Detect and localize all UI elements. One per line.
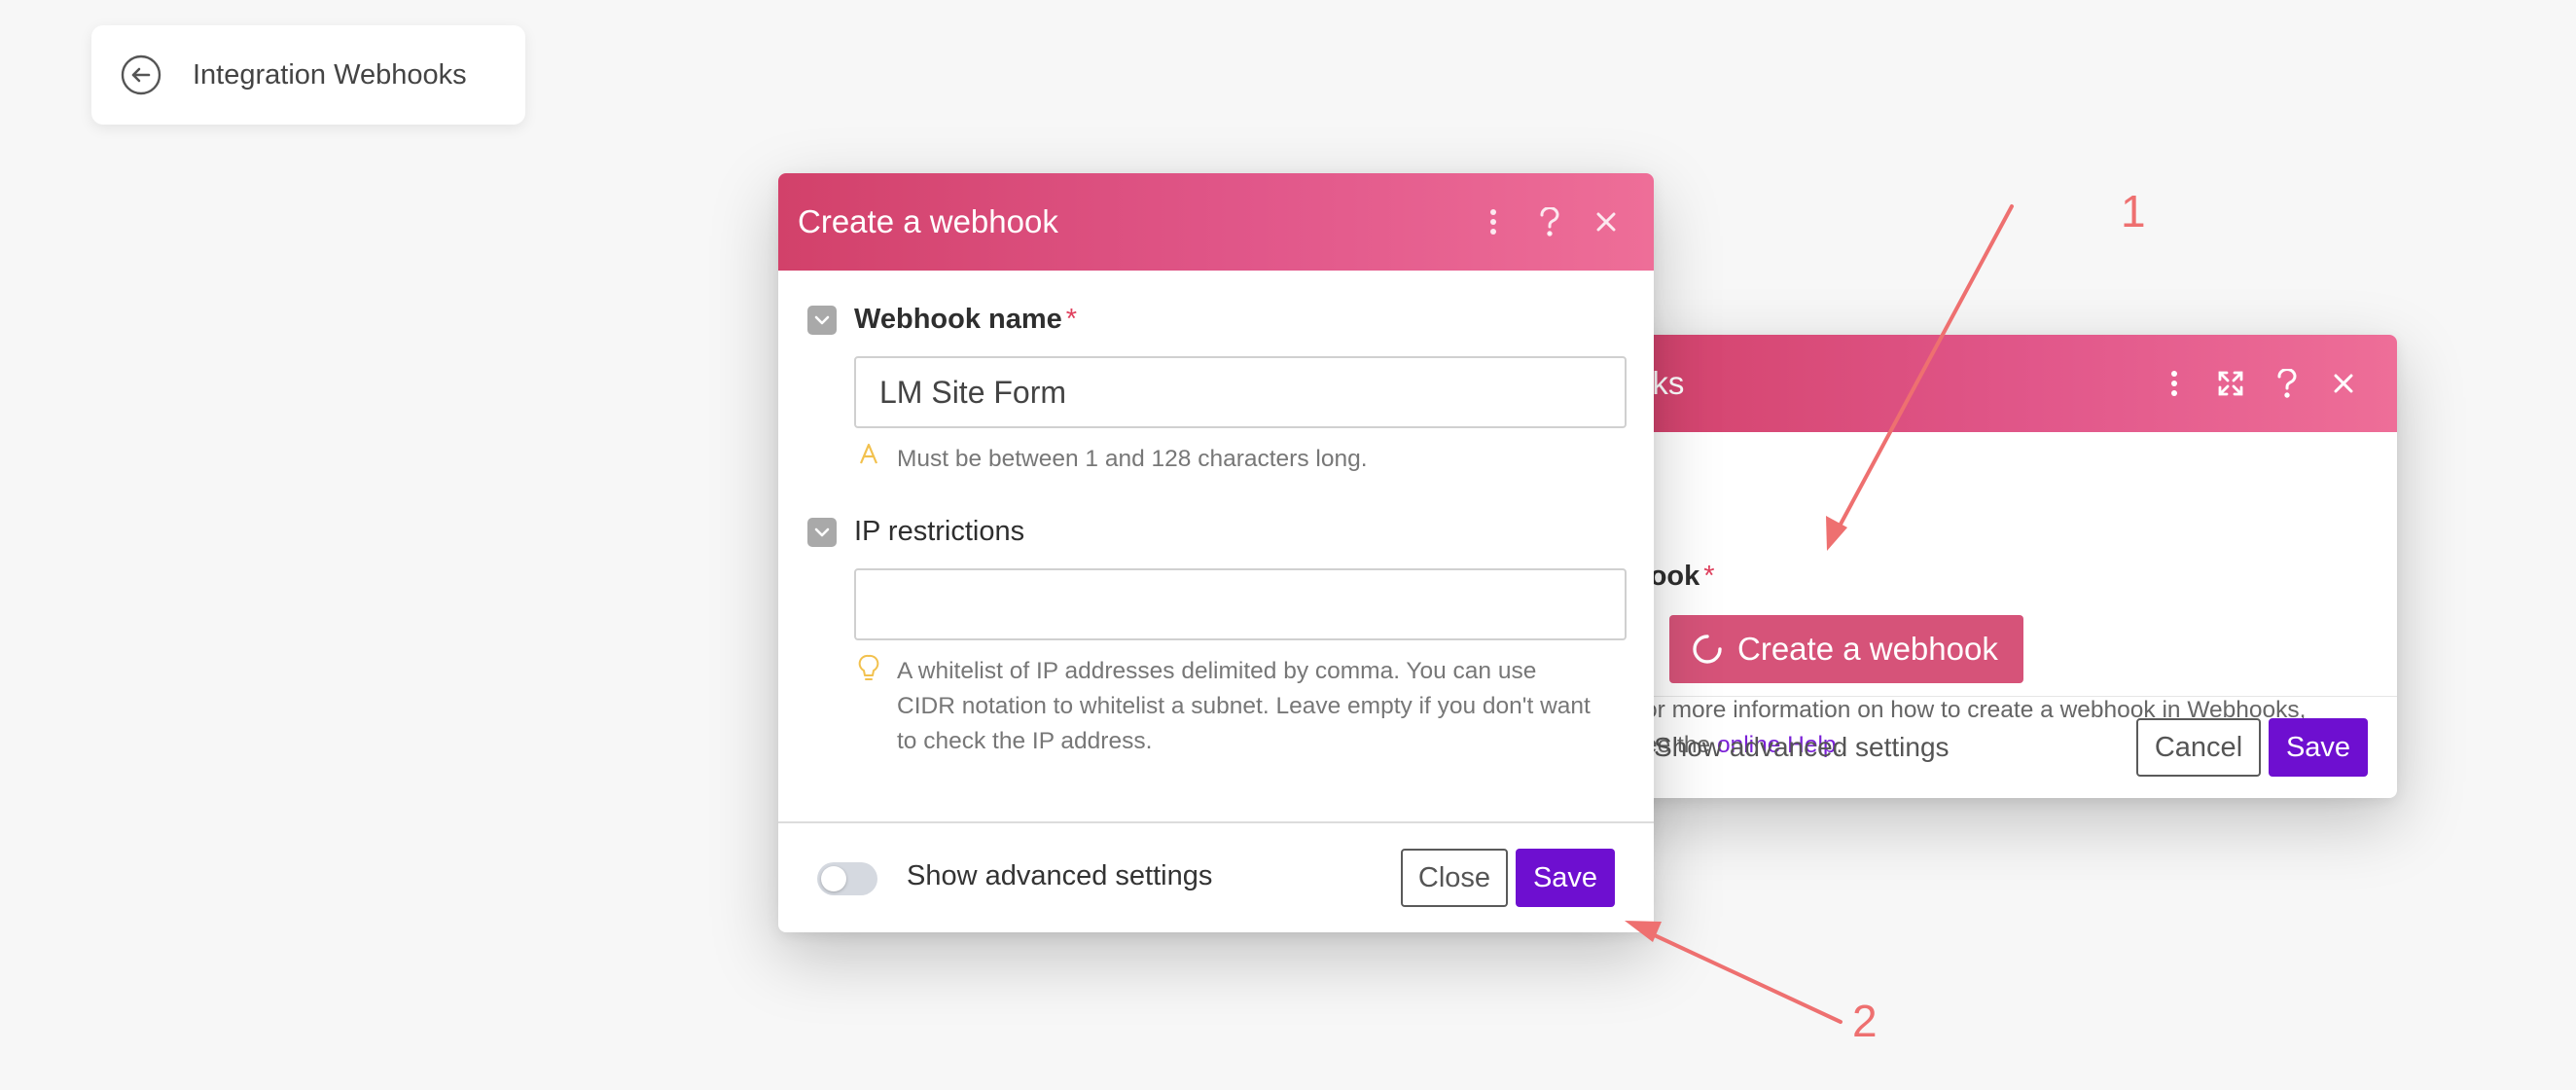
dialog-header: Create a webhook	[778, 173, 1654, 271]
required-marker: *	[1703, 561, 1715, 592]
ip-restrictions-hint: A whitelist of IP addresses delimited by…	[854, 654, 1591, 759]
back-button[interactable]	[121, 54, 161, 95]
toggle-knob	[821, 866, 846, 891]
more-vertical-icon	[1490, 209, 1496, 235]
help-button[interactable]	[1521, 194, 1578, 250]
annotation-label-2: 2	[1852, 996, 1878, 1046]
text-length-icon	[859, 443, 878, 464]
close-icon	[2334, 374, 2353, 393]
save-button[interactable]: Save	[2269, 718, 2368, 777]
annotation-label-1: 1	[2121, 186, 2146, 236]
webhook-name-hint: Must be between 1 and 128 characters lon…	[854, 442, 1368, 477]
advanced-settings-label: Show advanced settings	[1654, 732, 1950, 762]
help-icon	[2277, 369, 2297, 398]
close-icon	[1596, 212, 1616, 232]
create-webhook-button[interactable]: Create a webhook	[1669, 615, 2023, 683]
expand-icon	[2218, 371, 2243, 396]
webhook-name-input[interactable]	[854, 356, 1627, 428]
dialog-header: oks	[1595, 335, 2397, 432]
page-title: Integration Webhooks	[193, 58, 467, 91]
close-button[interactable]	[1578, 194, 1634, 250]
webhook-name-label: Webhook name *	[854, 304, 1078, 335]
annotation-arrow-2	[1642, 928, 1843, 1024]
ip-restrictions-input[interactable]	[854, 568, 1627, 640]
close-dialog-button[interactable]: Close	[1401, 849, 1508, 907]
close-button[interactable]	[2315, 355, 2372, 412]
ip-restrictions-collapse-toggle[interactable]	[807, 518, 837, 547]
dialog-footer: Show advanced settings Close Save	[778, 821, 1654, 932]
header-actions	[2146, 335, 2372, 432]
create-webhook-dialog: Create a webhook Webhook name * LM Site …	[778, 173, 1654, 932]
help-button[interactable]	[2259, 355, 2315, 412]
create-webhook-label: Create a webhook	[1737, 631, 1998, 667]
advanced-settings-toggle[interactable]	[817, 862, 877, 895]
chevron-down-icon	[814, 527, 830, 537]
save-button[interactable]: Save	[1516, 849, 1615, 907]
loading-spinner-icon	[1693, 635, 1722, 664]
ip-restrictions-label: IP restrictions	[854, 516, 1025, 547]
header-actions	[1465, 173, 1634, 271]
advanced-settings-label: Show advanced settings	[907, 860, 1213, 891]
webhook-name-collapse-toggle[interactable]	[807, 306, 837, 335]
more-vertical-icon	[2171, 371, 2177, 396]
back-navigation-bar: Integration Webhooks	[91, 25, 525, 125]
lightbulb-icon	[858, 654, 879, 680]
dialog-footer: Show advanced settings Cancel Save	[1595, 696, 2397, 798]
more-options-button[interactable]	[2146, 355, 2202, 412]
dialog-body: hook * Create a webhook or more informati…	[1595, 432, 2397, 758]
arrow-left-circle-icon	[121, 54, 161, 95]
cancel-button[interactable]: Cancel	[2136, 718, 2261, 777]
dialog-title: Create a webhook	[798, 203, 1058, 239]
more-options-button[interactable]	[1465, 194, 1521, 250]
expand-button[interactable]	[2202, 355, 2259, 412]
webhooks-module-dialog: oks hook * Create a webhook or more info…	[1595, 335, 2397, 798]
chevron-down-icon	[814, 315, 830, 325]
dialog-body: Webhook name* Must be between 1 and 128 …	[778, 271, 1654, 835]
required-marker: *	[1065, 304, 1078, 335]
help-icon	[1540, 207, 1559, 236]
